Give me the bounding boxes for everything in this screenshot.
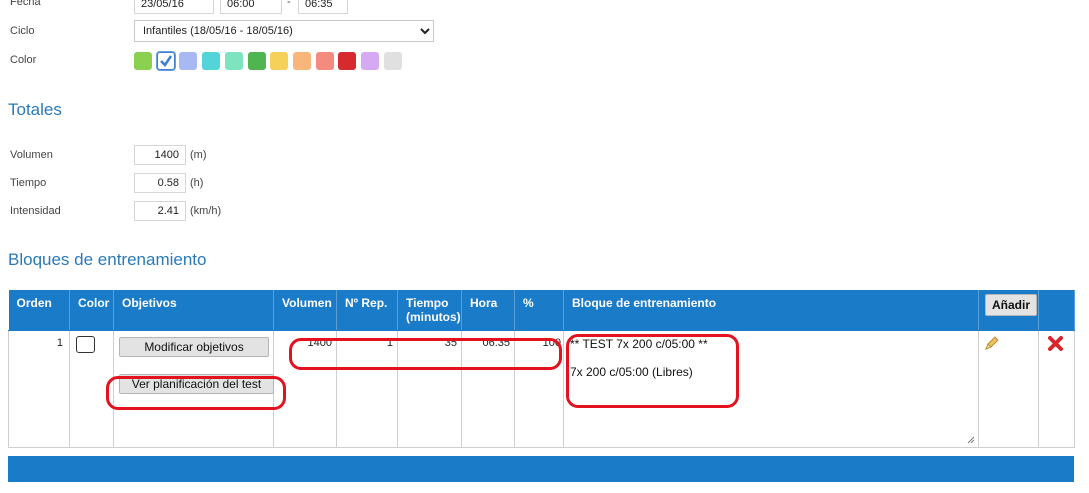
delete-x-icon[interactable]	[1047, 335, 1064, 352]
volumen-total-field[interactable]: 1400	[134, 145, 186, 165]
add-block-button[interactable]: Añadir	[985, 294, 1038, 316]
hora-separator: -	[287, 0, 291, 8]
col-volumen: Volumen	[273, 290, 337, 331]
edit-cell	[978, 330, 1039, 448]
intensidad-unit: (km/h)	[190, 205, 222, 217]
color-swatch[interactable]	[156, 52, 175, 70]
col-tiempo-sublabel: (minutos)	[406, 310, 461, 324]
resize-handle-icon[interactable]	[967, 436, 975, 444]
col-add: Añadir	[978, 290, 1039, 331]
color-swatch[interactable]	[292, 52, 311, 70]
ciclo-select[interactable]: Infantiles (18/05/16 - 18/05/16)	[134, 20, 434, 42]
color-swatch[interactable]	[247, 52, 266, 70]
color-swatch[interactable]	[224, 52, 243, 70]
color-swatch[interactable]	[202, 52, 221, 70]
modificar-objetivos-button[interactable]: Modificar objetivos	[119, 337, 269, 357]
table-footer-bar	[8, 456, 1074, 482]
tiempo-unit: (h)	[190, 177, 204, 189]
bloques-title: Bloques de entrenamiento	[8, 250, 207, 269]
color-swatch[interactable]	[361, 52, 379, 70]
color-swatch[interactable]	[315, 52, 334, 70]
color-label: Color	[10, 54, 37, 66]
pencil-icon[interactable]	[984, 335, 1000, 351]
col-tiempo: Tiempo (minutos)	[397, 290, 462, 331]
col-bloque: Bloque de entrenamiento	[563, 290, 979, 331]
ciclo-label: Ciclo	[10, 25, 35, 37]
row-color-picker[interactable]	[76, 336, 95, 353]
col-pct: %	[514, 290, 564, 331]
table-header-row: Orden Color Objetivos Volumen Nº Rep. Ti…	[8, 290, 1075, 331]
color-swatch[interactable]	[134, 52, 152, 70]
col-nrep: Nº Rep.	[336, 290, 398, 331]
color-swatch[interactable]	[270, 52, 289, 70]
col-objetivos: Objetivos	[113, 290, 274, 331]
checkmark-icon	[159, 55, 172, 67]
color-swatch[interactable]	[338, 52, 357, 70]
color-swatch[interactable]	[383, 52, 402, 70]
volumen-unit: (m)	[190, 149, 207, 161]
delete-cell	[1038, 330, 1075, 448]
totales-title: Totales	[8, 100, 62, 119]
tiempo-label: Tiempo	[10, 177, 47, 189]
col-hora: Hora	[461, 290, 515, 331]
col-orden: Orden	[8, 290, 70, 331]
annotation-ring-values	[289, 338, 562, 370]
annotation-ring-ver	[106, 376, 286, 410]
hora-inicio-input[interactable]: 06:00	[220, 0, 282, 14]
col-color: Color	[69, 290, 114, 331]
annotation-ring-bloque	[566, 334, 739, 408]
intensidad-label: Intensidad	[10, 205, 61, 217]
orden-cell: 1	[8, 330, 70, 448]
intensidad-total-field[interactable]: 2.41	[134, 201, 186, 221]
color-swatch[interactable]	[179, 52, 198, 70]
volumen-label: Volumen	[10, 149, 53, 161]
tiempo-total-field[interactable]: 0.58	[134, 173, 186, 193]
hora-fin-input[interactable]: 06:35	[298, 0, 348, 14]
fecha-label: Fecha	[10, 0, 41, 8]
col-tiempo-label: Tiempo	[406, 296, 449, 310]
col-delete	[1038, 290, 1075, 331]
fecha-input[interactable]: 23/05/16	[134, 0, 214, 14]
orden-value: 1	[56, 337, 63, 349]
